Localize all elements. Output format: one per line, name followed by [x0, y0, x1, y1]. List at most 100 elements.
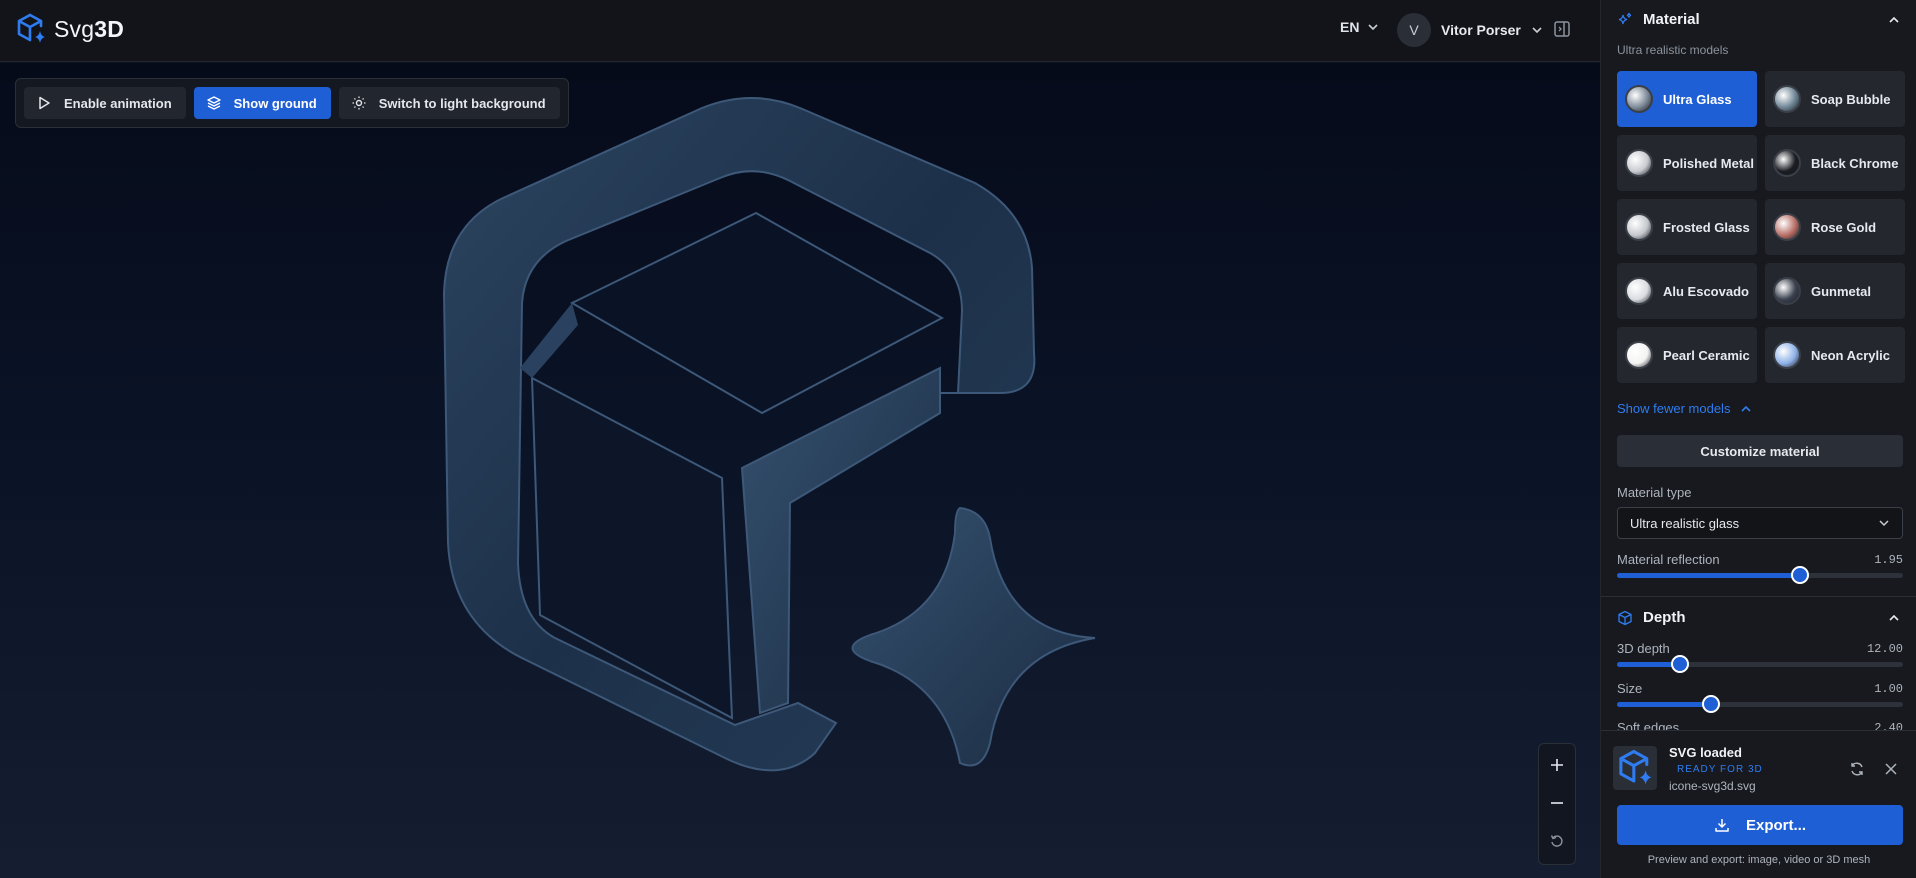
- export-footer: SVG loaded READY FOR 3D icone-svg3d.svg …: [1601, 730, 1916, 878]
- material-swatch: [1625, 213, 1653, 241]
- size-label: Size: [1617, 681, 1643, 696]
- material-type-select[interactable]: Ultra realistic glass: [1617, 507, 1903, 539]
- 3d-depth-value: 12.00: [1866, 642, 1903, 656]
- sparkles-icon: [1618, 12, 1632, 24]
- depth-section-title: Depth: [1643, 609, 1686, 626]
- material-swatch: [1773, 213, 1801, 241]
- chevron-up-icon: [1741, 405, 1752, 412]
- material-option[interactable]: Pearl Ceramic: [1617, 327, 1757, 383]
- slider-thumb[interactable]: [1791, 566, 1810, 584]
- show-fewer-models-link[interactable]: Show fewer models: [1617, 401, 1752, 416]
- show-ground-button[interactable]: Show ground: [193, 87, 331, 119]
- zoom-out-button[interactable]: [1542, 786, 1572, 820]
- material-option[interactable]: Neon Acrylic: [1765, 327, 1905, 383]
- slider-fill: [1617, 702, 1712, 707]
- svg-thumbnail: [1613, 746, 1657, 790]
- 3d-model-preview[interactable]: [0, 63, 1600, 878]
- material-option[interactable]: Ultra Glass: [1617, 71, 1757, 127]
- avatar: V: [1397, 13, 1431, 47]
- material-option[interactable]: Polished Metal: [1617, 135, 1757, 191]
- material-option[interactable]: Gunmetal: [1765, 263, 1905, 319]
- material-option[interactable]: Soap Bubble: [1765, 71, 1905, 127]
- material-type-label: Material type: [1617, 485, 1692, 500]
- material-option-label: Soap Bubble: [1811, 91, 1891, 107]
- user-name: Vitor Porser: [1441, 22, 1521, 38]
- export-label: Export...: [1745, 816, 1806, 834]
- enable-animation-label: Enable animation: [64, 95, 172, 111]
- light-background-button[interactable]: Switch to light background: [338, 87, 560, 119]
- export-button[interactable]: Export...: [1617, 805, 1903, 845]
- show-fewer-label: Show fewer models: [1617, 401, 1731, 416]
- language-selector[interactable]: EN: [1340, 19, 1379, 35]
- top-bar: Svg3D EN V Vitor Porser: [0, 0, 1600, 62]
- material-reflection-value: 1.95: [1874, 553, 1903, 567]
- svg-filename: icone-svg3d.svg: [1669, 779, 1756, 793]
- user-menu[interactable]: V Vitor Porser: [1397, 13, 1543, 47]
- material-swatch: [1773, 85, 1801, 113]
- brand-name: Svg3D: [54, 15, 125, 42]
- material-section-header[interactable]: Material: [1617, 11, 1700, 28]
- material-option-label: Rose Gold: [1811, 219, 1877, 235]
- chevron-down-icon: [1368, 24, 1379, 31]
- slider-thumb[interactable]: [1702, 695, 1721, 713]
- cube-sparkle-icon: [1619, 750, 1652, 785]
- slider-thumb[interactable]: [1670, 655, 1689, 673]
- chevron-up-icon[interactable]: [1887, 611, 1901, 625]
- divider: [1601, 596, 1916, 597]
- material-option-label: Frosted Glass: [1663, 219, 1750, 235]
- material-swatch: [1773, 277, 1801, 305]
- sidebar-scroll-area[interactable]: Material Ultra realistic models Ultra Gl…: [1601, 0, 1916, 730]
- settings-sidebar: Material Ultra realistic models Ultra Gl…: [1600, 0, 1916, 878]
- material-swatch: [1625, 341, 1653, 369]
- plus-icon: [1551, 759, 1563, 771]
- material-swatch: [1625, 85, 1653, 113]
- minus-icon: [1551, 802, 1563, 804]
- material-option-label: Black Chrome: [1811, 155, 1899, 171]
- material-swatch: [1773, 149, 1801, 177]
- material-option[interactable]: Rose Gold: [1765, 199, 1905, 255]
- material-swatch: [1773, 341, 1801, 369]
- material-swatch: [1625, 149, 1653, 177]
- material-section-title: Material: [1643, 11, 1700, 28]
- light-background-label: Switch to light background: [378, 95, 546, 111]
- 3d-viewport[interactable]: Enable animation Show ground Switch to l…: [0, 63, 1600, 878]
- material-option[interactable]: Frosted Glass: [1617, 199, 1757, 255]
- play-icon: [39, 96, 50, 110]
- close-icon[interactable]: [1884, 762, 1898, 776]
- chevron-down-icon: [1879, 520, 1889, 527]
- material-option-label: Ultra Glass: [1663, 91, 1732, 107]
- sparkle-shape: [851, 506, 1096, 767]
- export-note: Preview and export: image, video or 3D m…: [1647, 854, 1871, 866]
- depth-section-header[interactable]: Depth: [1617, 609, 1686, 626]
- material-option[interactable]: Black Chrome: [1765, 135, 1905, 191]
- material-type-value: Ultra realistic glass: [1630, 515, 1740, 531]
- chevron-up-icon[interactable]: [1887, 13, 1901, 27]
- refresh-icon[interactable]: [1849, 761, 1865, 777]
- logo[interactable]: Svg3D: [14, 12, 124, 46]
- zoom-controls: [1538, 743, 1576, 865]
- customize-material-button[interactable]: Customize material: [1617, 435, 1903, 467]
- cube-icon: [1618, 610, 1632, 625]
- 3d-depth-slider[interactable]: [1617, 655, 1903, 673]
- zoom-in-button[interactable]: [1542, 748, 1572, 782]
- slider-fill: [1617, 573, 1801, 578]
- reset-icon: [1550, 835, 1563, 847]
- sun-icon: [352, 96, 366, 110]
- material-reflection-label: Material reflection: [1617, 552, 1720, 567]
- chevron-down-icon: [1532, 27, 1542, 34]
- material-swatch: [1625, 277, 1653, 305]
- material-option[interactable]: Alu Escovado: [1617, 263, 1757, 319]
- sidebar-toggle-icon[interactable]: [1553, 20, 1571, 38]
- enable-animation-button[interactable]: Enable animation: [24, 87, 186, 119]
- download-icon: [1715, 819, 1729, 832]
- app-root: Svg3D EN V Vitor Porser Enable animation…: [0, 0, 1916, 878]
- material-reflection-slider[interactable]: [1617, 566, 1903, 584]
- svg-status: SVG loaded: [1669, 745, 1742, 760]
- material-option-label: Alu Escovado: [1663, 283, 1749, 299]
- material-option-label: Polished Metal: [1663, 155, 1755, 171]
- size-slider[interactable]: [1617, 695, 1903, 713]
- soft-edges-value: 2.40: [1874, 721, 1903, 730]
- reset-view-button[interactable]: [1542, 824, 1572, 858]
- ready-badge: READY FOR 3D: [1677, 764, 1763, 775]
- material-option-label: Gunmetal: [1811, 283, 1871, 299]
